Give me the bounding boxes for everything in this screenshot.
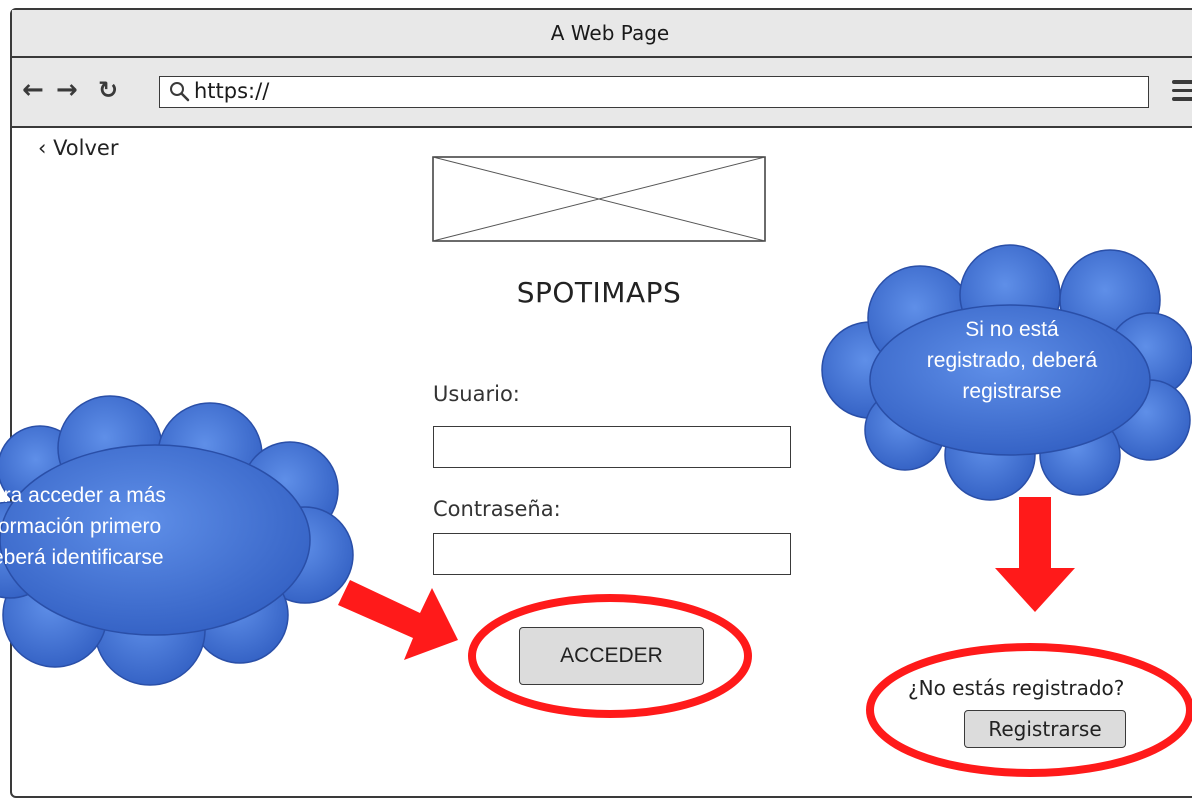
search-icon [170, 82, 190, 102]
password-field[interactable] [433, 533, 791, 575]
url-bar[interactable]: https:// [159, 76, 1149, 108]
hamburger-menu-icon[interactable] [1172, 80, 1192, 102]
left-cloud-text: ara acceder a más formación primero eber… [0, 480, 292, 573]
browser-toolbar: ← → ↻ https:// [12, 58, 1192, 128]
right-cloud-text: Si no está registrado, deberá registrars… [888, 314, 1136, 407]
reload-icon[interactable]: ↻ [98, 75, 118, 105]
back-link[interactable]: ‹ Volver [38, 136, 118, 160]
password-label: Contraseña: [433, 497, 561, 521]
right-cloud-line: registrarse [962, 380, 1062, 403]
not-registered-text: ¿No estás registrado? [908, 676, 1125, 700]
url-text[interactable]: https:// [194, 79, 269, 103]
left-cloud-line: formación primero [0, 515, 162, 538]
arrow-left-icon[interactable]: ← [22, 75, 44, 105]
window-title: A Web Page [12, 10, 1192, 58]
logo-image-placeholder [432, 156, 766, 242]
login-button[interactable]: ACCEDER [519, 627, 704, 685]
right-cloud-line: registrado, deberá [926, 349, 1098, 372]
right-cloud-line: Si no está [965, 318, 1059, 341]
username-label: Usuario: [433, 382, 520, 406]
arrow-right-icon[interactable]: → [56, 75, 78, 105]
app-title: SPOTIMAPS [516, 276, 682, 309]
username-field[interactable] [433, 426, 791, 468]
register-button[interactable]: Registrarse [964, 710, 1126, 748]
left-cloud-line: ara acceder a más [0, 484, 166, 507]
left-cloud-line: eberá identificarse [0, 546, 164, 569]
